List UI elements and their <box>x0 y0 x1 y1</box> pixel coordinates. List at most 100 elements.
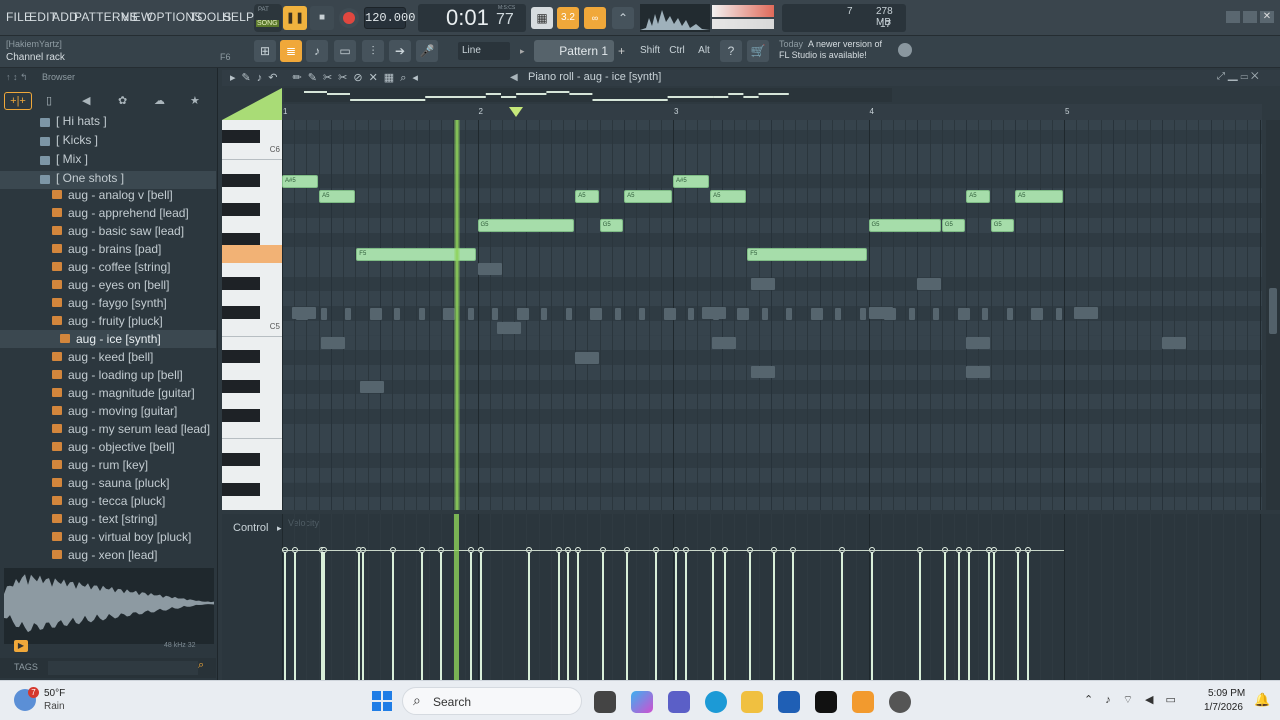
velocity-bar[interactable] <box>358 550 361 680</box>
velocity-bar[interactable] <box>655 550 658 680</box>
note[interactable]: A5 <box>575 189 599 203</box>
arrow-right-icon[interactable]: ➔ <box>389 40 411 62</box>
news-text-2[interactable]: FL Studio is available! <box>779 50 867 60</box>
velocity-bar[interactable] <box>362 550 365 680</box>
note[interactable]: A5 <box>966 189 990 203</box>
microphone-icon[interactable]: 🎤 <box>416 40 438 62</box>
velocity-bar[interactable] <box>958 550 961 680</box>
velocity-bar[interactable] <box>1026 550 1029 680</box>
velocity-bar[interactable] <box>943 550 946 680</box>
channel-rack-icon[interactable]: ≣ <box>280 40 302 62</box>
velocity-bar[interactable] <box>968 550 971 680</box>
black-key[interactable] <box>222 306 260 320</box>
browser-speaker-icon[interactable]: ◀ <box>82 94 90 107</box>
browser-star-icon[interactable]: ★ <box>190 94 200 107</box>
news-text-1[interactable]: A newer version of <box>808 39 882 49</box>
black-key[interactable] <box>222 482 260 496</box>
vertical-scrollbar[interactable] <box>1266 120 1280 510</box>
velocity-bar[interactable] <box>1017 550 1020 680</box>
maximize-button[interactable] <box>1243 11 1257 23</box>
browser-item[interactable]: aug - objective [bell] <box>0 438 216 456</box>
browser-item[interactable]: aug - loading up [bell] <box>0 366 216 384</box>
speaker-icon[interactable]: ◀ <box>510 72 518 83</box>
shop-icon[interactable]: 🛒 <box>747 40 769 62</box>
browser-item[interactable]: aug - my serum lead [lead] <box>0 420 216 438</box>
minimize-button[interactable] <box>1226 11 1240 23</box>
browser-item[interactable]: aug - faygo [synth] <box>0 294 216 312</box>
black-key[interactable] <box>222 379 260 393</box>
velocity-bar[interactable] <box>841 550 844 680</box>
window-controls[interactable]: ⤢ ▁ ▭ ✕ <box>1217 71 1259 82</box>
note[interactable]: G5 <box>599 218 624 232</box>
browser-item[interactable]: aug - rum [key] <box>0 456 216 474</box>
velocity-bar[interactable] <box>528 550 531 680</box>
velocity-bar[interactable] <box>712 550 715 680</box>
fl-studio-icon[interactable] <box>852 691 874 713</box>
notion-icon[interactable] <box>815 691 837 713</box>
velocity-bar[interactable] <box>567 550 570 680</box>
browser-folder[interactable]: [ Kicks ] <box>0 133 216 151</box>
note[interactable]: A#5 <box>673 174 710 188</box>
playhead-marker[interactable] <box>509 107 523 117</box>
note[interactable]: G5 <box>941 218 966 232</box>
search-icon[interactable]: ⌕ <box>198 659 204 672</box>
browser-files-icon[interactable]: ▯ <box>46 94 52 107</box>
browser-item[interactable]: aug - text [string] <box>0 510 216 528</box>
black-key[interactable] <box>222 453 260 467</box>
piano-roll-tools[interactable]: ▸✎♪↶ ✏✎✂✂⊘✕▦⌕◂ <box>230 71 424 85</box>
task-view-icon[interactable] <box>594 691 616 713</box>
tempo-display[interactable]: 120.000 <box>364 7 415 29</box>
velocity-bar[interactable] <box>870 550 873 680</box>
browser-item[interactable]: aug - virtual boy [pluck] <box>0 528 216 546</box>
ctrl-button[interactable]: Ctrl <box>665 42 689 60</box>
shift-button[interactable]: Shift <box>638 42 662 60</box>
velocity-bar[interactable] <box>557 550 560 680</box>
browser-icon[interactable]: ▭ <box>334 40 356 62</box>
velocity-bar[interactable] <box>987 550 990 680</box>
system-tray-icons[interactable]: ⌃♪⌔◀▭ <box>1084 693 1188 707</box>
note-grid[interactable]: A#5 A5 F5 G5 A5 G5 A5 A#5 A5 F5 G5 G5 A5 G5 A5 <box>282 120 1262 510</box>
browser-item[interactable]: aug - basic saw [lead] <box>0 222 216 240</box>
browser-folder[interactable]: [ Mix ] <box>0 152 216 170</box>
clock-date[interactable]: 1/7/2026 <box>1204 702 1243 713</box>
preview-play-icon[interactable]: ▶ <box>14 640 28 652</box>
tags-input[interactable] <box>48 661 198 675</box>
control-dropdown-icon[interactable]: ▸ <box>277 523 282 534</box>
black-key[interactable] <box>222 350 260 364</box>
velocity-lane[interactable] <box>282 514 1262 680</box>
browser-item[interactable]: aug - magnitude [guitar] <box>0 384 216 402</box>
clock-time[interactable]: 5:09 PM <box>1208 688 1245 699</box>
velocity-bar[interactable] <box>601 550 604 680</box>
black-key[interactable] <box>222 232 260 246</box>
record-button[interactable] <box>339 8 359 28</box>
time-display[interactable]: 0:01 77 M:S:CS <box>418 4 526 32</box>
playlist-icon[interactable]: ⊞ <box>254 40 276 62</box>
pattern-prev-icon[interactable]: ▸ <box>520 42 532 60</box>
help-icon[interactable]: ? <box>720 40 742 62</box>
pause-button[interactable]: ❚❚ <box>283 6 307 30</box>
piano-roll-icon[interactable]: ♪ <box>306 40 328 62</box>
app-icon[interactable] <box>889 691 911 713</box>
note[interactable]: A5 <box>624 189 672 203</box>
velocity-bar[interactable] <box>577 550 580 680</box>
highlighted-key[interactable] <box>222 245 282 264</box>
browser-item[interactable]: aug - eyes on [bell] <box>0 276 216 294</box>
taskbar-search[interactable]: ⌕ Search <box>402 687 582 715</box>
browser-all-tab-icon[interactable]: +|+ <box>4 92 32 110</box>
copilot-icon[interactable] <box>631 691 653 713</box>
globe-icon[interactable] <box>898 43 912 57</box>
velocity-bar[interactable] <box>323 550 326 680</box>
velocity-bar[interactable] <box>792 550 795 680</box>
control-label[interactable]: Control <box>233 522 268 534</box>
timeline-ruler[interactable]: 1 2 3 4 5 <box>282 104 1262 120</box>
velocity-bar[interactable] <box>420 550 423 680</box>
browser-cloud-icon[interactable]: ☁ <box>154 94 165 107</box>
browser-item[interactable]: aug - moving [guitar] <box>0 402 216 420</box>
overview-strip[interactable] <box>284 88 892 102</box>
velocity-bar[interactable] <box>919 550 922 680</box>
browser-item[interactable]: aug - keed [bell] <box>0 348 216 366</box>
browser-item[interactable]: aug - apprehend [lead] <box>0 204 216 222</box>
velocity-bar[interactable] <box>772 550 775 680</box>
velocity-bar[interactable] <box>479 550 482 680</box>
browser-item[interactable]: aug - fruity [pluck] <box>0 312 216 330</box>
